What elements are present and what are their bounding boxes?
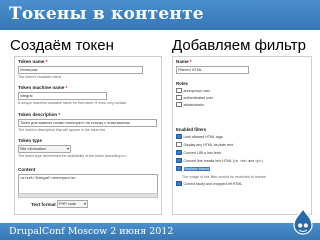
token-type-label: Token type (18, 138, 42, 143)
filter-checkbox[interactable]: Limit allowed HTML tags (176, 133, 223, 140)
token-type-description: The token type determines the availabili… (18, 154, 127, 158)
footer-caption: DrupalConf Moscow 2 июня 2012 (9, 226, 174, 237)
filter-checkbox[interactable]: Correct faulty and chopped off HTML (176, 180, 242, 187)
checkbox-icon[interactable] (176, 157, 182, 164)
checkbox-icon[interactable] (176, 87, 182, 94)
filter-name-label: Name * (176, 59, 192, 64)
token-form-screenshot: Token name * Инлигрим The token's readab… (14, 56, 162, 215)
checkbox-icon[interactable] (176, 101, 182, 108)
token-name-description: The token's readable name (18, 75, 62, 79)
token-name-input[interactable]: Инлигрим (18, 66, 143, 74)
checkbox-icon[interactable] (176, 94, 182, 101)
role-checkbox[interactable]: anonymous user (176, 87, 210, 94)
token-name-label: Token name * (18, 59, 48, 64)
token-description-label: Token description * (18, 112, 61, 117)
checkbox-icon[interactable] (176, 165, 182, 172)
filter-name-input[interactable]: Filtered HTML (176, 66, 249, 74)
checkbox-icon[interactable] (176, 141, 182, 148)
right-column-heading: Добавляем фильтр (172, 37, 306, 54)
role-checkbox[interactable]: authenticated user (176, 94, 213, 101)
textarea-resize-grip[interactable] (18, 193, 158, 198)
left-column-heading: Создаём токен (10, 37, 114, 54)
filter-checkbox[interactable]: Convert line breaks into HTML (i.e. <br>… (176, 157, 263, 164)
token-description-input[interactable]: Токен для замены слова «интеграл» на ссы… (18, 119, 157, 127)
roles-heading: Roles (176, 81, 188, 86)
machine-name-label: Token machine name * (18, 85, 68, 90)
content-textarea[interactable]: <a href="/integral">интеграл</a> (18, 174, 158, 194)
filter-form-screenshot: Name * Filtered HTML Roles anonymous use… (172, 56, 312, 215)
text-format-select[interactable]: PHP code (57, 200, 88, 208)
filter-checkbox[interactable]: Convert URLs into links (176, 149, 221, 156)
checkbox-icon[interactable] (176, 149, 182, 156)
filter-usage-note: The usage of this filter should be restr… (182, 175, 266, 179)
slide-title: Токены в контенте (9, 4, 204, 24)
checkbox-icon[interactable] (176, 133, 182, 140)
filter-checkbox[interactable]: Display any HTML as plain text (176, 141, 233, 148)
drupal-drop-icon (293, 208, 313, 235)
checkbox-icon[interactable] (176, 180, 182, 187)
token-description-help: The token's description that will appear… (18, 128, 105, 132)
text-format-label: Text format (31, 202, 56, 207)
replace-tokens-checkbox[interactable]: Replace tokens (176, 165, 211, 172)
token-type-select[interactable]: Site information (18, 145, 71, 153)
role-checkbox[interactable]: administrator (176, 101, 204, 108)
machine-name-input[interactable]: integral (18, 92, 107, 100)
enabled-filters-heading: Enabled filters (176, 127, 207, 132)
content-label: Content (18, 167, 36, 172)
machine-name-description: A unique machine-readable name for this … (18, 101, 127, 105)
